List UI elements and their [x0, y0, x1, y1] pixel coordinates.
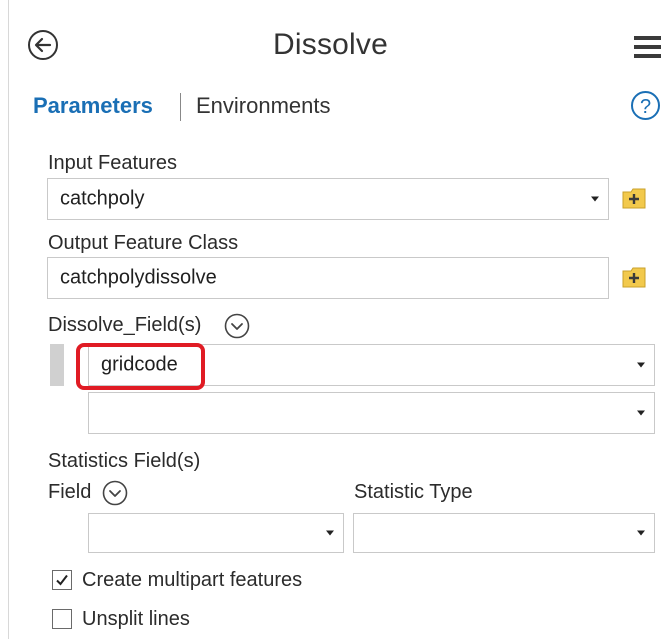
multipart-checkbox[interactable] [52, 570, 72, 590]
dissolve-field-dropdown-2[interactable] [88, 392, 655, 434]
output-feature-class-input[interactable]: catchpolydissolve [47, 257, 609, 299]
input-features-dropdown[interactable]: catchpoly [47, 178, 609, 220]
hamburger-menu-icon[interactable] [634, 36, 661, 58]
input-features-label: Input Features [48, 152, 177, 174]
statistics-field-dropdown[interactable] [88, 513, 344, 553]
chevron-down-icon [637, 410, 645, 416]
red-highlight-annotation [76, 343, 205, 390]
chevron-down-icon [326, 530, 334, 536]
output-feature-class-label: Output Feature Class [48, 232, 239, 254]
unsplit-lines-checkbox[interactable] [52, 609, 72, 629]
tab-environments[interactable]: Environments [196, 93, 331, 119]
output-feature-class-value: catchpolydissolve [60, 266, 217, 289]
folder-browse-icon[interactable] [621, 265, 647, 289]
multipart-label: Create multipart features [82, 569, 303, 591]
expand-chevron-icon[interactable] [102, 480, 128, 506]
expand-chevron-icon[interactable] [224, 313, 250, 339]
help-question-icon[interactable]: ? [630, 90, 661, 121]
field-column-label: Field [48, 481, 92, 503]
tool-title: Dissolve [273, 28, 388, 61]
dissolve-fields-label: Dissolve_Field(s) [48, 314, 202, 336]
chevron-down-icon [637, 530, 645, 536]
statistic-type-label: Statistic Type [354, 481, 473, 503]
chevron-down-icon [637, 362, 645, 368]
input-features-value: catchpoly [60, 187, 145, 210]
svg-text:?: ? [640, 96, 651, 118]
panel-left-border [8, 0, 9, 639]
tab-parameters[interactable]: Parameters [33, 93, 153, 119]
statistics-fields-label: Statistics Field(s) [48, 450, 201, 472]
unsplit-lines-label: Unsplit lines [82, 608, 190, 630]
statistic-type-dropdown[interactable] [353, 513, 655, 553]
row-drag-handle[interactable] [50, 344, 64, 386]
tab-separator [180, 93, 181, 121]
chevron-down-icon [591, 196, 599, 202]
folder-add-icon[interactable] [621, 186, 647, 210]
